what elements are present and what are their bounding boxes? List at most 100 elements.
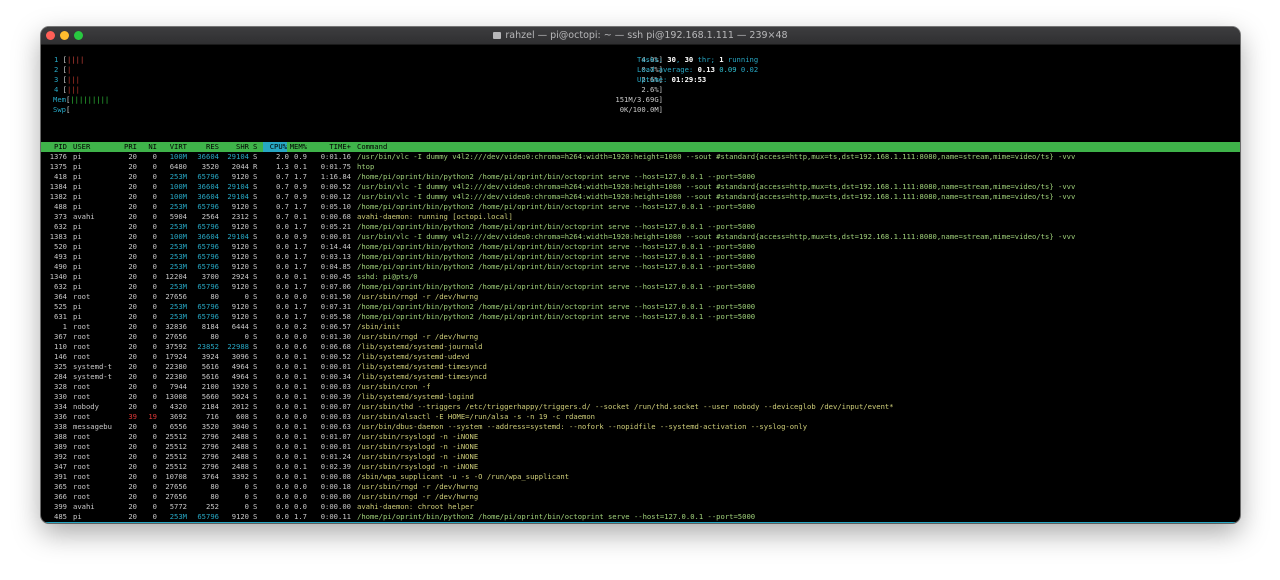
process-cpu: 0.0 xyxy=(276,512,289,521)
process-row[interactable]: 336 root 39 19 3692 716 608 S 0.0 0.0 0:00.03/usr/… xyxy=(41,412,1240,422)
process-row[interactable]: 110 root 20 0 37592 23852 22988 S 0.0 0.6 0:06.68/… xyxy=(41,342,1240,352)
process-state: S xyxy=(253,382,258,391)
col-user[interactable]: USER xyxy=(73,142,90,152)
process-time: 0:06.57 xyxy=(320,322,351,331)
process-row[interactable]: 493 pi 20 0 253M 65796 9120 S 0.0 1.7 0:03.13/home… xyxy=(41,252,1240,262)
process-row[interactable]: 1340 pi 20 0 12204 3700 2924 S 0.0 0.1 0:00.45 sshd… xyxy=(41,272,1240,282)
process-row[interactable]: 389 root 20 0 25512 2796 2488 S 0.0 0.1 0:00.01/us… xyxy=(41,442,1240,452)
process-list[interactable]: 1376 pi 20 0 100M 36604 29104 S 2.0 0.9 0:01.16/us… xyxy=(41,152,1240,523)
process-state: S xyxy=(253,322,258,331)
process-row-selected[interactable]: 486pi200253M657969120S0.01.70:00.12/home… xyxy=(41,522,1240,523)
process-res: 80 xyxy=(210,492,219,501)
process-command: /usr/sbin/rngd -r /dev/hwrng xyxy=(357,332,479,341)
process-user: root xyxy=(73,492,91,501)
process-row[interactable]: 1383 pi 20 0 100M 36604 29104 S 0.0 0.9 0:00.01/us… xyxy=(41,232,1240,242)
process-row[interactable]: 1 root 20 0 32836 8184 6444 S 0.0 0.2 0:06.57/sbin… xyxy=(41,322,1240,332)
process-nice: 0 xyxy=(152,232,157,241)
process-row[interactable]: 485 pi 20 0 253M 65796 9120 S 0.0 1.7 0:00.11/home… xyxy=(41,512,1240,522)
col-state[interactable]: S xyxy=(253,142,257,152)
process-res: 65796 xyxy=(197,262,219,271)
process-row[interactable]: 325 systemd-t 20 0 22380 5616 4964 S 0.0 0.1 0:00.… xyxy=(41,362,1240,372)
process-virt: 253M xyxy=(169,252,187,261)
col-ni[interactable]: NI xyxy=(141,142,157,152)
process-shr: 0 xyxy=(244,492,249,501)
process-cpu: 0.0 xyxy=(276,372,289,381)
process-nice: 0 xyxy=(152,442,157,451)
process-res: 2184 xyxy=(201,402,219,411)
process-priority: 20 xyxy=(128,192,137,201)
process-row[interactable]: 284 systemd-t 20 0 22380 5616 4964 S 0.0 0.1 0:00.… xyxy=(41,372,1240,382)
process-priority: 20 xyxy=(128,212,137,221)
process-row[interactable]: 373 avahi 20 0 5904 2564 2312 S 0.7 0.1 0:00.68 ava… xyxy=(41,212,1240,222)
process-row[interactable]: 520 pi 20 0 253M 65796 9120 S 0.0 1.7 0:14.44/home… xyxy=(41,242,1240,252)
process-pid: 1384 xyxy=(49,182,67,191)
terminal-content[interactable]: 1 [|||| 4.0%] 2 [| 0.7%] 3 [||| 2.6%] 4 [||| 2.… xyxy=(41,45,1240,523)
process-command: /usr/sbin/rngd -r /dev/hwrng xyxy=(357,492,479,501)
process-row[interactable]: 388 root 20 0 25512 2796 2488 S 0.0 0.1 0:01.07/us… xyxy=(41,432,1240,442)
process-priority: 20 xyxy=(128,402,137,411)
process-virt: 22380 xyxy=(165,372,187,381)
process-row[interactable]: 1376 pi 20 0 100M 36604 29104 S 2.0 0.9 0:01.16/us… xyxy=(41,152,1240,162)
process-shr: 29104 xyxy=(227,232,249,241)
process-row[interactable]: 365 root 20 0 27656 80 0 S 0.0 0.0 0:00.18/usr/sbi… xyxy=(41,482,1240,492)
process-row[interactable]: 632 pi 20 0 253M 65796 9120 S 0.0 1.7 0:07.06/home… xyxy=(41,282,1240,292)
process-command: /home/pi/oprint/bin/python2 /home/pi/opr… xyxy=(357,172,756,181)
process-row[interactable]: 418 pi 20 0 253M 65796 9120 S 0.7 1.7 1:16.84/home… xyxy=(41,172,1240,182)
process-row[interactable]: 347 root 20 0 25512 2796 2488 S 0.0 0.1 0:02.39/us… xyxy=(41,462,1240,472)
cpu-meter-2: 2 [| xyxy=(54,65,72,74)
col-time[interactable]: TIME+ xyxy=(303,142,351,152)
process-command: /usr/sbin/thd --triggers /etc/triggerhap… xyxy=(357,402,894,411)
process-res: 65796 xyxy=(197,242,219,251)
process-row[interactable]: 631 pi 20 0 253M 65796 9120 S 0.0 1.7 0:05.58/home… xyxy=(41,312,1240,322)
process-pid: 334 xyxy=(54,402,67,411)
process-row[interactable]: 367 root 20 0 27656 80 0 S 0.0 0.0 0:01.30/usr/sbi… xyxy=(41,332,1240,342)
process-row[interactable]: 366 root 20 0 27656 80 0 S 0.0 0.0 0:00.00/usr/sbi… xyxy=(41,492,1240,502)
process-row[interactable]: 1384 pi 20 0 100M 36604 29104 S 0.7 0.9 0:00.52/us… xyxy=(41,182,1240,192)
process-command: /home/pi/oprint/bin/python2 /home/pi/opr… xyxy=(357,242,756,251)
process-row[interactable]: 392 root 20 0 25512 2796 2488 S 0.0 0.1 0:01.24/us… xyxy=(41,452,1240,462)
process-time: 0:05.10 xyxy=(320,202,351,211)
process-row[interactable]: 330 root 20 0 13008 5660 5024 S 0.0 0.1 0:00.39/li… xyxy=(41,392,1240,402)
process-pid: 389 xyxy=(54,442,67,451)
process-row[interactable]: 1375 pi 20 0 6480 3520 2044 R 1.3 0.1 0:01.75 htop xyxy=(41,162,1240,172)
process-row[interactable]: 399 avahi 20 0 5772 252 0 S 0.0 0.0 0:00.00 avahi-d… xyxy=(41,502,1240,512)
col-pri[interactable]: PRI xyxy=(119,142,137,152)
process-row[interactable]: 632 pi 20 0 253M 65796 9120 S 0.0 1.7 0:05.21/home… xyxy=(41,222,1240,232)
process-nice: 0 xyxy=(152,372,157,381)
col-pid[interactable]: PID xyxy=(41,142,67,152)
process-row[interactable]: 525 pi 20 0 253M 65796 9120 S 0.0 1.7 0:07.31/home… xyxy=(41,302,1240,312)
process-pid: 418 xyxy=(54,172,67,181)
process-nice: 0 xyxy=(152,322,157,331)
process-pid: 366 xyxy=(54,492,67,501)
process-row[interactable]: 1382 pi 20 0 100M 36604 29104 S 0.7 0.9 0:00.12/us… xyxy=(41,192,1240,202)
col-command[interactable]: Command xyxy=(357,142,387,152)
col-shr[interactable]: SHR xyxy=(219,142,249,152)
process-virt: 27656 xyxy=(165,492,187,501)
process-row[interactable]: 490 pi 20 0 253M 65796 9120 S 0.0 1.7 0:04.85/home… xyxy=(41,262,1240,272)
process-row[interactable]: 328 root 20 0 7944 2100 1920 S 0.0 0.1 0:00.03/usr… xyxy=(41,382,1240,392)
process-res: 5660 xyxy=(201,392,219,401)
process-row[interactable]: 364 root 20 0 27656 80 0 S 0.0 0.0 0:01.50/usr/sbi… xyxy=(41,292,1240,302)
col-cpu-sorted[interactable]: CPU% xyxy=(263,142,287,152)
process-priority: 20 xyxy=(128,312,137,321)
col-res[interactable]: RES xyxy=(189,142,219,152)
process-command: /usr/sbin/rngd -r /dev/hwrng xyxy=(357,482,479,491)
process-command: /usr/sbin/rsyslogd -n -iNONE xyxy=(357,462,479,471)
process-nice: 0 xyxy=(152,282,157,291)
process-row[interactable]: 146 root 20 0 17924 3924 3096 S 0.0 0.1 0:00.52/li… xyxy=(41,352,1240,362)
process-res: 36604 xyxy=(197,152,219,161)
process-res: 65796 xyxy=(197,312,219,321)
process-user: pi xyxy=(73,182,82,191)
process-row[interactable]: 391 root 20 0 10708 3764 3392 S 0.0 0.1 0:00.08/sb… xyxy=(41,472,1240,482)
process-priority: 20 xyxy=(128,272,137,281)
col-virt[interactable]: VIRT xyxy=(157,142,187,152)
process-row[interactable]: 334 nobody 20 0 4320 2184 2012 S 0.0 0.1 0:00.07/u… xyxy=(41,402,1240,412)
process-cpu: 0.0 xyxy=(276,402,289,411)
process-row[interactable]: 338 messagebu 20 0 6556 3520 3040 S 0.0 0.1 0:00.6… xyxy=(41,422,1240,432)
process-virt: 253M xyxy=(157,522,187,523)
process-nice: 0 xyxy=(152,382,157,391)
process-table-header[interactable]: PID USER PRI NI VIRT RES SHR S CPU% MEM%… xyxy=(41,142,1240,152)
process-pid: 1340 xyxy=(49,272,67,281)
process-time: 0:02.39 xyxy=(320,462,351,471)
process-row[interactable]: 488 pi 20 0 253M 65796 9120 S 0.7 1.7 0:05.10/home… xyxy=(41,202,1240,212)
